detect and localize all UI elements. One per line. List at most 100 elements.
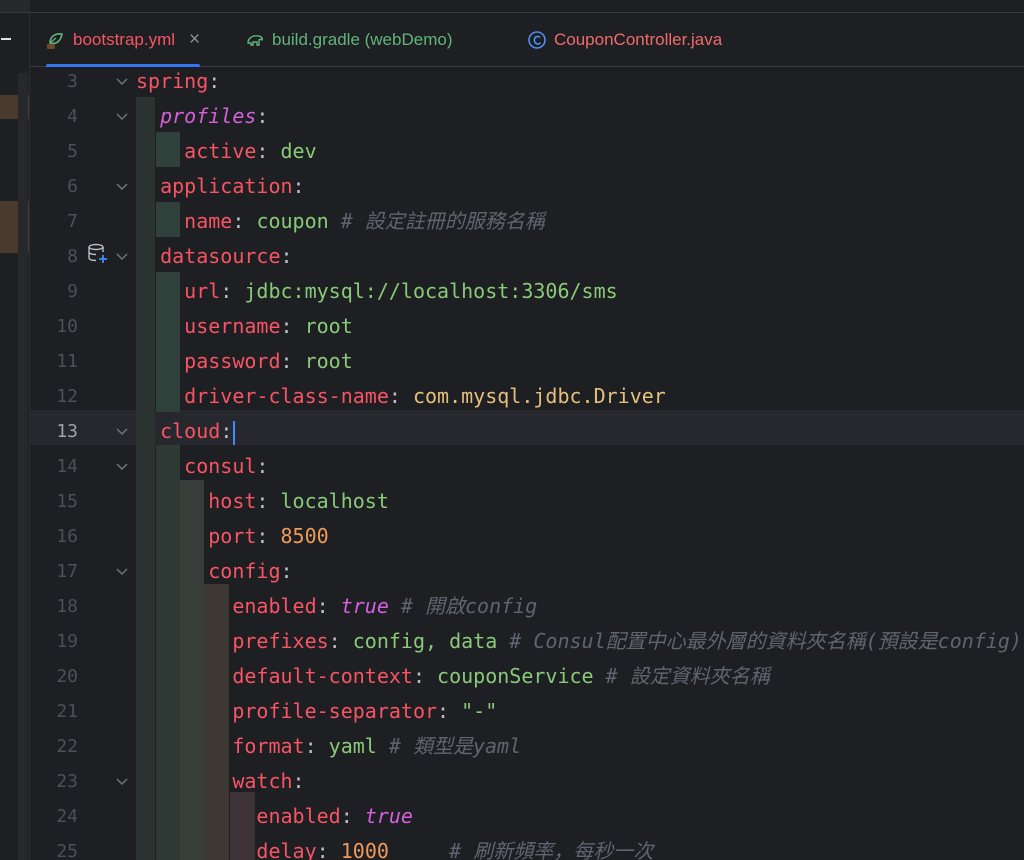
code-line[interactable]: 24 enabled: true <box>30 799 1024 834</box>
line-number: 6 <box>67 176 78 197</box>
fold-chevron-icon[interactable] <box>115 565 129 579</box>
code-text: watch: <box>136 764 304 799</box>
fold-chevron-icon[interactable] <box>115 180 129 194</box>
fold-chevron-icon[interactable] <box>115 460 129 474</box>
code-text: profile-separator: "-" <box>136 694 497 729</box>
tab-build-gradle[interactable]: build.gradle (webDemo) <box>245 13 452 67</box>
code-token: application <box>160 174 293 198</box>
code-token: password <box>184 349 281 373</box>
code-text: datasource: <box>136 239 293 274</box>
code-line[interactable]: 14 consul: <box>30 449 1024 484</box>
code-text: password: root <box>136 344 353 379</box>
code-token: : <box>304 734 329 758</box>
code-line[interactable]: 15 host: localhost <box>30 484 1024 519</box>
code-token: com.mysql.jdbc.Driver <box>412 384 666 408</box>
code-text: name: coupon # 設定註冊的服務名稱 <box>136 204 545 239</box>
code-line[interactable]: 6 application: <box>30 169 1024 204</box>
code-token: : <box>256 104 269 128</box>
code-token: active <box>184 139 257 163</box>
code-token: jdbc:mysql://localhost:3306/sms <box>244 279 618 303</box>
line-number: 20 <box>56 666 78 687</box>
code-line[interactable]: 18 enabled: true # 開啟config <box>30 589 1024 624</box>
code-line[interactable]: 13 cloud: <box>30 414 1024 449</box>
code-token: root <box>304 349 353 373</box>
code-token: 8500 <box>280 524 329 548</box>
line-number: 18 <box>56 596 78 617</box>
code-line[interactable]: 23 watch: <box>30 764 1024 799</box>
code-token: delay <box>256 839 317 860</box>
code-line[interactable]: 4 profiles: <box>30 99 1024 134</box>
code-token: cloud <box>160 419 221 443</box>
code-text: format: yaml # 類型是yaml <box>136 729 521 764</box>
line-number: 23 <box>56 771 78 792</box>
code-token: : <box>316 839 341 860</box>
code-token: watch <box>232 769 293 793</box>
code-token: : <box>256 489 281 513</box>
code-token: : <box>280 244 293 268</box>
java-class-icon <box>528 31 546 49</box>
code-token: : <box>256 454 269 478</box>
code-line[interactable]: 16 port: 8500 <box>30 519 1024 554</box>
fold-chevron-icon[interactable] <box>115 75 129 89</box>
code-token: url <box>184 279 221 303</box>
line-number: 16 <box>56 526 78 547</box>
code-line[interactable]: 7 name: coupon # 設定註冊的服務名稱 <box>30 204 1024 239</box>
code-text: active: dev <box>136 134 317 169</box>
line-number: 5 <box>67 141 78 162</box>
fold-chevron-icon[interactable] <box>115 425 129 439</box>
code-line[interactable]: 19 prefixes: config, data # Consul配置中心最外… <box>30 624 1024 659</box>
code-token: username <box>184 314 281 338</box>
code-token: true <box>364 804 413 828</box>
code-line[interactable]: 21 profile-separator: "-" <box>30 694 1024 729</box>
code-line[interactable]: 8 datasource: <box>30 239 1024 274</box>
code-token: coupon <box>256 209 329 233</box>
code-line[interactable]: 5 active: dev <box>30 134 1024 169</box>
code-editor[interactable]: 3 spring: 4 profiles: 5 active: dev 6 applic… <box>30 67 1024 860</box>
code-line[interactable]: 25 delay: 1000 # 刷新頻率，每秒一次 <box>30 834 1024 860</box>
fold-chevron-icon[interactable] <box>115 110 129 124</box>
code-line[interactable]: 10 username: root <box>30 309 1024 344</box>
panel-scroll-rail[interactable] <box>18 73 28 860</box>
minimize-icon[interactable] <box>1 38 11 40</box>
code-line[interactable]: 20 default-context: couponService # 設定資料… <box>30 659 1024 694</box>
code-line[interactable]: 11 password: root <box>30 344 1024 379</box>
code-text: prefixes: config, data # Consul配置中心最外層的資… <box>136 624 1022 659</box>
code-token: yaml <box>328 734 377 758</box>
tab-label: CouponController.java <box>554 30 723 49</box>
code-token: : <box>340 804 365 828</box>
code-line[interactable]: 3 spring: <box>30 67 1024 99</box>
code-token: : <box>208 69 221 93</box>
code-text: enabled: true # 開啟config <box>136 589 537 624</box>
code-token: profiles <box>160 104 257 128</box>
code-token: consul <box>184 454 257 478</box>
code-token: : <box>292 174 305 198</box>
code-token: spring <box>136 69 209 93</box>
code-line[interactable]: 17 config: <box>30 554 1024 589</box>
code-token: # 類型是yaml <box>376 734 522 758</box>
close-tab-icon[interactable]: × <box>189 29 200 51</box>
tab-coupon-controller[interactable]: CouponController.java <box>527 13 722 67</box>
line-number: 24 <box>56 806 78 827</box>
tab-label: build.gradle (webDemo) <box>272 30 453 49</box>
code-token: enabled <box>256 804 341 828</box>
code-token: : <box>232 209 257 233</box>
code-token: dev <box>280 139 317 163</box>
code-token: prefixes <box>232 629 329 653</box>
code-line[interactable]: 22 format: yaml # 類型是yaml <box>30 729 1024 764</box>
code-text: delay: 1000 # 刷新頻率，每秒一次 <box>136 834 653 860</box>
code-token: default-context <box>232 664 413 688</box>
code-line[interactable]: 9 url: jdbc:mysql://localhost:3306/sms <box>30 274 1024 309</box>
code-token: : <box>280 559 293 583</box>
fold-chevron-icon[interactable] <box>115 775 129 789</box>
fold-chevron-icon[interactable] <box>115 250 129 264</box>
code-token: localhost <box>280 489 389 513</box>
line-number: 14 <box>56 456 78 477</box>
code-token: 1000 <box>340 839 389 860</box>
tab-bootstrap-yml[interactable]: bootstrap.yml × <box>46 13 201 68</box>
code-line[interactable]: 12 driver-class-name: com.mysql.jdbc.Dri… <box>30 379 1024 414</box>
